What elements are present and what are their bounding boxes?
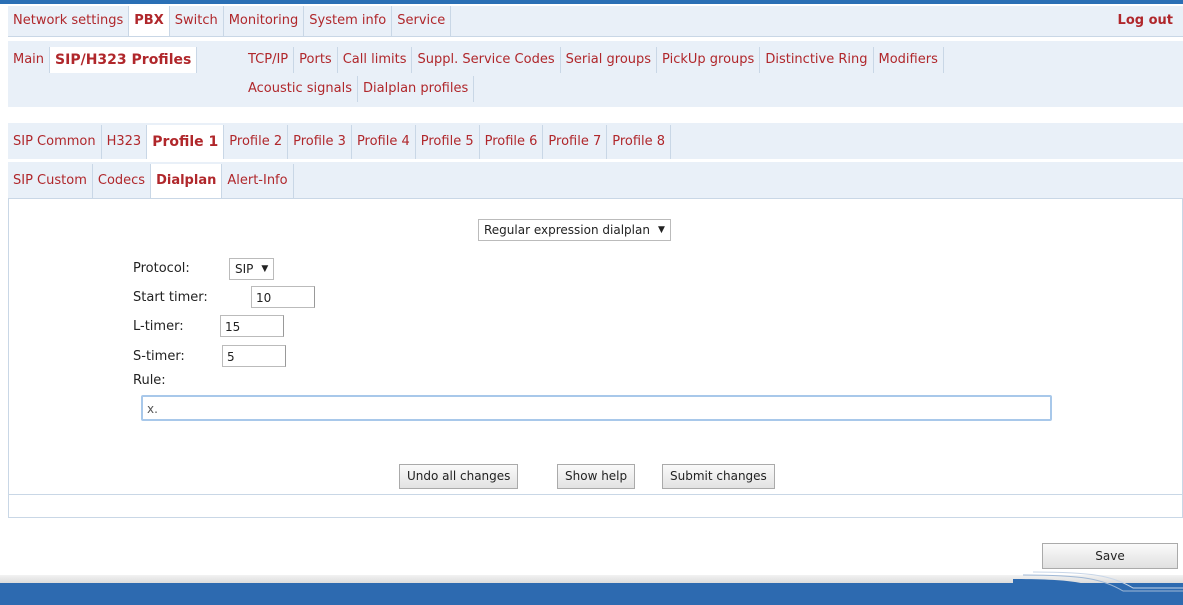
tab-sip-common[interactable]: SIP Common (8, 125, 102, 159)
s-timer-label: S-timer: (133, 349, 185, 364)
tab-tcp-ip[interactable]: TCP/IP (243, 47, 295, 73)
tab-service[interactable]: Service (392, 6, 452, 36)
top-accent-line (0, 0, 1183, 4)
tab-profile-3[interactable]: Profile 3 (288, 125, 352, 159)
l-timer-label: L-timer: (133, 319, 184, 334)
tab-dialplan-profiles[interactable]: Dialplan profiles (358, 76, 475, 102)
tab-acoustic-signals[interactable]: Acoustic signals (243, 76, 358, 102)
save-button[interactable]: Save (1042, 543, 1178, 569)
dialplan-mode-select[interactable]: Regular expression dialplan ▼ (478, 219, 671, 241)
pbx-submenu-left: Main SIP/H323 Profiles (8, 47, 198, 73)
profile-sub-tabs: SIP Custom Codecs Dialplan Alert-Info (8, 162, 1183, 198)
tab-alert-info[interactable]: Alert-Info (222, 164, 294, 198)
tab-dialplan[interactable]: Dialplan (151, 164, 223, 198)
pbx-submenu-row2: Acoustic signals Dialplan profiles (243, 76, 475, 102)
footer-gradient (0, 575, 1183, 583)
tab-call-limits[interactable]: Call limits (338, 47, 413, 73)
tab-profile-7[interactable]: Profile 7 (543, 125, 608, 159)
tab-profile-2[interactable]: Profile 2 (224, 125, 289, 159)
profile-tabs: SIP Common H323 Profile 1 Profile 2 Prof… (8, 123, 1183, 159)
undo-all-changes-button[interactable]: Undo all changes (399, 464, 519, 489)
l-timer-input[interactable]: 15 (220, 315, 284, 337)
tab-distinctive-ring[interactable]: Distinctive Ring (760, 47, 874, 73)
show-help-button[interactable]: Show help (557, 464, 636, 489)
submit-changes-button[interactable]: Submit changes (662, 464, 775, 489)
footer-swoosh-decoration (1013, 571, 1183, 605)
dialplan-panel: Regular expression dialplan ▼ Protocol: … (8, 198, 1183, 495)
pbx-submenu-row1: TCP/IP Ports Call limits Suppl. Service … (243, 47, 944, 73)
rule-label: Rule: (133, 373, 166, 388)
tab-profile-8[interactable]: Profile 8 (607, 125, 672, 159)
tab-codecs[interactable]: Codecs (93, 164, 152, 198)
tab-profile-1[interactable]: Profile 1 (147, 125, 225, 159)
tab-h323[interactable]: H323 (102, 125, 148, 159)
tab-switch[interactable]: Switch (170, 6, 224, 36)
tab-profile-6[interactable]: Profile 6 (480, 125, 544, 159)
s-timer-input[interactable]: 5 (222, 345, 286, 367)
dropdown-arrow-icon: ▼ (261, 264, 269, 274)
dialplan-mode-value: Regular expression dialplan (484, 223, 650, 237)
dropdown-arrow-icon: ▼ (657, 225, 665, 235)
tab-ports[interactable]: Ports (294, 47, 338, 73)
tab-profile-5[interactable]: Profile 5 (416, 125, 480, 159)
tab-sip-h323-profiles[interactable]: SIP/H323 Profiles (50, 47, 198, 73)
logout-link[interactable]: Log out (1118, 6, 1173, 36)
start-timer-label: Start timer: (133, 290, 208, 305)
tab-modifiers[interactable]: Modifiers (874, 47, 944, 73)
protocol-label: Protocol: (133, 261, 190, 276)
tab-system-info[interactable]: System info (304, 6, 393, 36)
top-menu: Network settings PBX Switch Monitoring S… (8, 6, 1183, 37)
tab-network-settings[interactable]: Network settings (8, 6, 130, 36)
tab-suppl-service-codes[interactable]: Suppl. Service Codes (412, 47, 561, 73)
tab-main[interactable]: Main (8, 47, 51, 73)
tab-pickup-groups[interactable]: PickUp groups (657, 47, 761, 73)
rule-input[interactable]: x. (141, 395, 1052, 421)
footer-band (0, 583, 1183, 605)
tab-sip-custom[interactable]: SIP Custom (8, 164, 93, 198)
tab-serial-groups[interactable]: Serial groups (561, 47, 658, 73)
start-timer-input[interactable]: 10 (251, 286, 315, 308)
protocol-select[interactable]: SIP ▼ (229, 258, 275, 280)
protocol-value: SIP (235, 262, 254, 276)
panel-footer (8, 495, 1183, 518)
tab-pbx[interactable]: PBX (129, 6, 170, 36)
tab-monitoring[interactable]: Monitoring (224, 6, 305, 36)
tab-profile-4[interactable]: Profile 4 (352, 125, 416, 159)
